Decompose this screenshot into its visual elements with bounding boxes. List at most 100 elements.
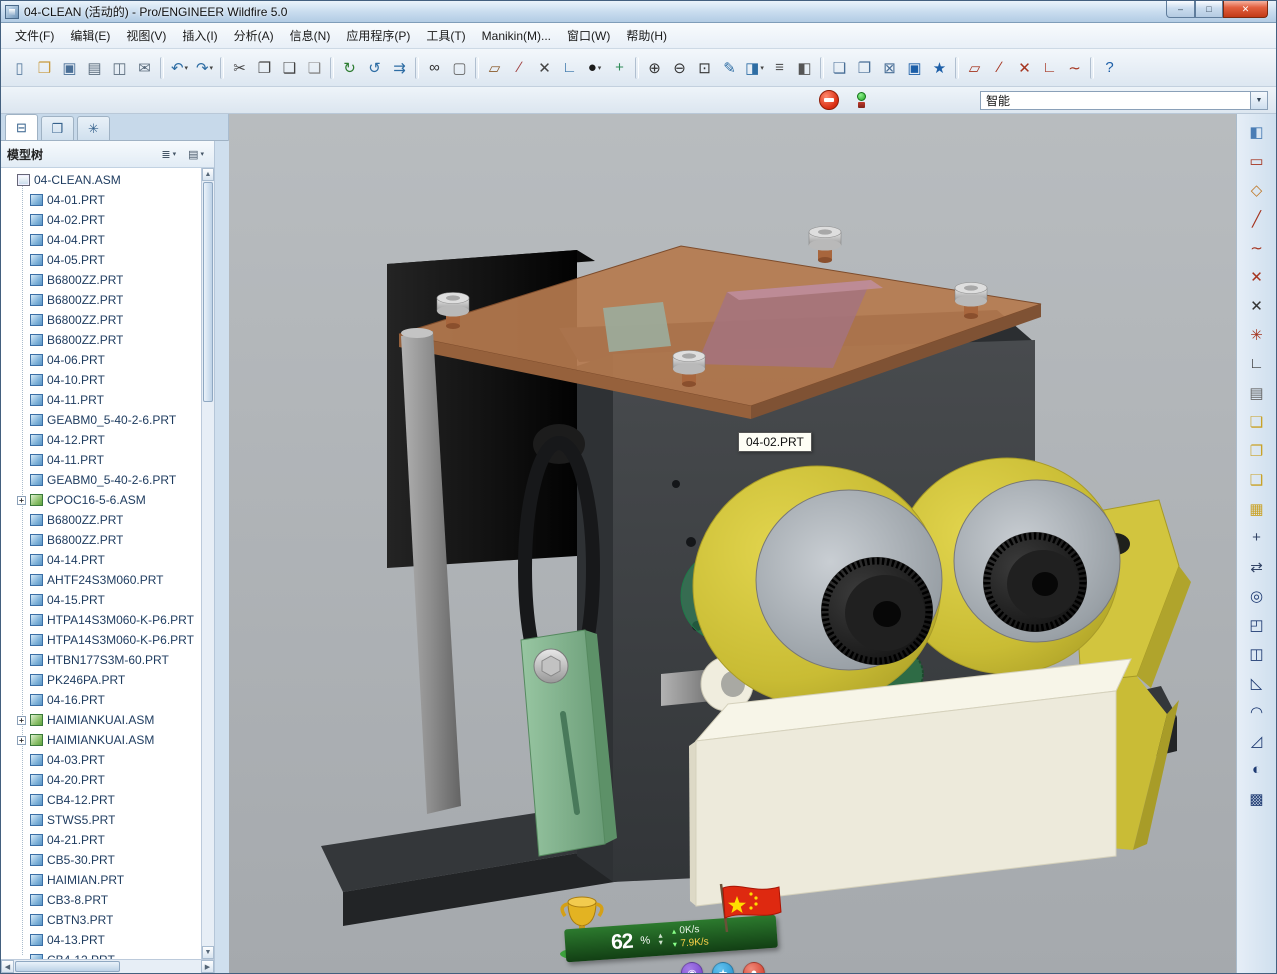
tree-item[interactable]: 04-05.PRT [1, 250, 201, 270]
expand-icon[interactable] [17, 596, 26, 605]
expand-icon[interactable] [17, 916, 26, 925]
cap-screw[interactable] [809, 227, 841, 264]
expand-icon[interactable] [17, 256, 26, 265]
tree-item[interactable]: B6800ZZ.PRT [1, 270, 201, 290]
zoom-out-button[interactable]: ⊖ [667, 55, 692, 80]
tree-item[interactable]: CBTN3.PRT [1, 910, 201, 930]
csys-display-toggle[interactable]: ∟ [557, 55, 582, 80]
datum-axis-tool[interactable]: ╱ [1243, 206, 1271, 231]
regenerate-button[interactable]: ↻ [337, 55, 362, 80]
tree-item[interactable]: B6800ZZ.PRT [1, 510, 201, 530]
hole-tool[interactable]: ◎ [1243, 583, 1271, 608]
sketch-tool[interactable]: ◧ [1243, 119, 1271, 144]
minimize-button[interactable]: – [1166, 1, 1195, 18]
new-file-button[interactable]: ▯ [7, 55, 32, 80]
scroll-down-icon[interactable]: ▼ [202, 946, 214, 959]
tree-item[interactable]: CB4-12.PRT [1, 790, 201, 810]
cut-button[interactable]: ✂ [227, 55, 252, 80]
expand-icon[interactable] [17, 216, 26, 225]
expand-icon[interactable] [17, 856, 26, 865]
csys-create-button[interactable]: ∟ [1037, 55, 1062, 80]
offset-point-tool[interactable]: ✕ [1243, 293, 1271, 318]
tree-item[interactable]: + HAIMIANKUAI.ASM [1, 730, 201, 750]
expand-icon[interactable] [17, 356, 26, 365]
panel-splitter[interactable] [214, 141, 229, 973]
expand-icon[interactable]: + [17, 736, 26, 745]
tree-item[interactable]: 04-03.PRT [1, 750, 201, 770]
expand-icon[interactable] [17, 776, 26, 785]
undo-button[interactable]: ↶ ▾ [167, 55, 192, 80]
tree-item[interactable]: 04-04.PRT [1, 230, 201, 250]
expand-icon[interactable] [17, 236, 26, 245]
tree-item[interactable]: 04-21.PRT [1, 830, 201, 850]
menu-info[interactable]: 信息(N) [282, 23, 339, 48]
expand-icon[interactable] [17, 876, 26, 885]
appearance-gallery-button[interactable]: ● ▾ [582, 55, 607, 80]
select-box-button[interactable]: ▢ [447, 55, 472, 80]
tree-item[interactable]: HAIMIAN.PRT [1, 870, 201, 890]
tree-item[interactable]: 04-11.PRT [1, 390, 201, 410]
datum-point-create-button[interactable]: ✕ [1012, 55, 1037, 80]
move-component-tool[interactable]: ⇄ [1243, 554, 1271, 579]
tree-item[interactable]: HTBN177S3M-60.PRT [1, 650, 201, 670]
tree-item[interactable]: 04-02.PRT [1, 210, 201, 230]
folder-browser-tab[interactable]: ❒ [41, 116, 74, 140]
dock-app-icon-blue[interactable]: ★ [712, 962, 734, 973]
expand-icon[interactable] [17, 936, 26, 945]
tree-item[interactable]: + CPOC16-5-6.ASM [1, 490, 201, 510]
datum-axis-display-toggle[interactable]: ∕ [507, 55, 532, 80]
refit-button[interactable]: ⊡ [692, 55, 717, 80]
expand-icon[interactable] [17, 816, 26, 825]
menu-insert[interactable]: 插入(I) [174, 23, 225, 48]
tree-item[interactable]: PK246PA.PRT [1, 670, 201, 690]
expand-icon[interactable]: + [17, 716, 26, 725]
datum-plane-create-button[interactable]: ▱ [962, 55, 987, 80]
dock-app-icon-purple[interactable]: ◉ [681, 962, 703, 973]
tree-item[interactable]: B6800ZZ.PRT [1, 530, 201, 550]
datum-curve-tool[interactable]: ∼ [1243, 235, 1271, 260]
menu-view[interactable]: 视图(V) [118, 23, 174, 48]
vertical-scroll-thumb[interactable] [203, 182, 213, 402]
tree-item[interactable]: HTPA14S3M060-K-P6.PRT [1, 610, 201, 630]
close-button[interactable]: ✕ [1223, 1, 1268, 18]
draft-tool[interactable]: ◺ [1243, 670, 1271, 695]
round-tool[interactable]: ◠ [1243, 699, 1271, 724]
expand-icon[interactable] [17, 796, 26, 805]
redo-button[interactable]: ↷ ▾ [192, 55, 217, 80]
tree-item[interactable]: HTPA14S3M060-K-P6.PRT [1, 630, 201, 650]
shell-tool[interactable]: ◰ [1243, 612, 1271, 637]
layers-button[interactable]: ≡ [767, 55, 792, 80]
expand-icon[interactable] [17, 656, 26, 665]
coordinate-system-tool[interactable]: ∟ [1243, 351, 1271, 376]
expand-icon[interactable] [17, 756, 26, 765]
expand-icon[interactable] [17, 336, 26, 345]
tree-item[interactable]: + HAIMIANKUAI.ASM [1, 710, 201, 730]
menu-help[interactable]: 帮助(H) [618, 23, 675, 48]
tree-item[interactable]: 04-14.PRT [1, 550, 201, 570]
menu-window[interactable]: 窗口(W) [559, 23, 618, 48]
expand-icon[interactable] [17, 676, 26, 685]
expand-icon[interactable] [17, 636, 26, 645]
tree-item[interactable]: STWS5.PRT [1, 810, 201, 830]
expand-icon[interactable] [17, 396, 26, 405]
rib-tool[interactable]: ◫ [1243, 641, 1271, 666]
expand-icon[interactable] [17, 476, 26, 485]
selection-filter-combobox[interactable]: 智能 ▼ [980, 91, 1268, 110]
expand-icon[interactable] [17, 276, 26, 285]
open-file-button[interactable]: ❒ [32, 55, 57, 80]
expand-icon[interactable] [17, 896, 26, 905]
regeneration-status-icon[interactable] [857, 92, 866, 108]
print-preview-button[interactable]: ◫ [107, 55, 132, 80]
tree-show-button[interactable]: ≣ ▾ [157, 146, 180, 163]
duplicate-window-button[interactable]: ❐ [852, 55, 877, 80]
horizontal-scroll-thumb[interactable] [15, 961, 120, 972]
tree-item[interactable]: B6800ZZ.PRT [1, 290, 201, 310]
left-roller[interactable] [693, 466, 942, 706]
save-button[interactable]: ▣ [57, 55, 82, 80]
expand-icon[interactable] [17, 696, 26, 705]
datum-plane-tool[interactable]: ▭ [1243, 148, 1271, 173]
maximize-button[interactable]: □ [1195, 1, 1223, 18]
merge-tool[interactable]: ▩ [1243, 786, 1271, 811]
tree-item[interactable]: CB5-30.PRT [1, 850, 201, 870]
scroll-left-icon[interactable]: ◀ [1, 960, 14, 973]
